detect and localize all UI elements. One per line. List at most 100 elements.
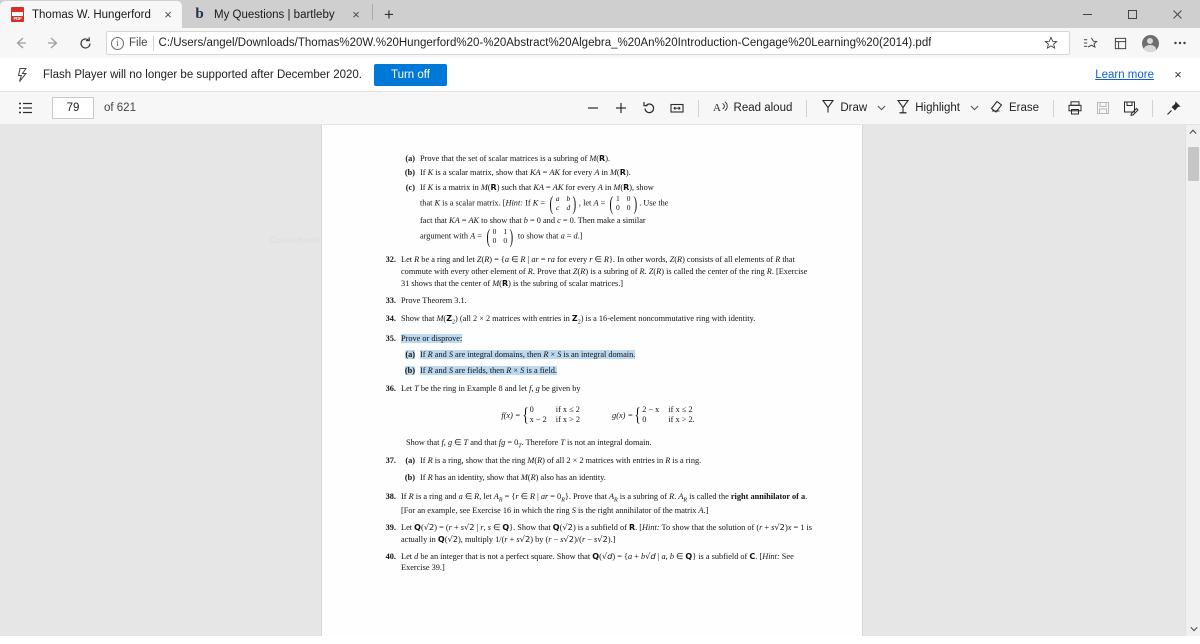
exercise-text: Let T be the ring in Example 8 and let f… — [401, 384, 581, 394]
scroll-up-chevron-up-icon[interactable] — [1186, 125, 1200, 139]
bartleby-b-icon: b — [195, 6, 204, 22]
subpart-label: (a) — [405, 350, 415, 360]
page-number-input[interactable]: 79 — [52, 97, 94, 119]
exercise-number: 39. — [385, 522, 396, 532]
zoom-out-icon[interactable] — [579, 95, 607, 121]
scrollbar-thumb[interactable] — [1188, 147, 1199, 181]
exercise-number: 37. — [385, 455, 396, 465]
subpart-label: (a) — [405, 455, 415, 465]
exercise-text: Prove or disprove: — [401, 334, 463, 344]
pin-icon[interactable] — [1160, 95, 1188, 121]
vertical-scrollbar[interactable] — [1185, 125, 1200, 636]
exercise-text: Prove Theorem 3.1. — [401, 296, 467, 306]
save-icon[interactable] — [1089, 95, 1117, 121]
highlight-chevron-down-icon[interactable] — [967, 103, 982, 113]
browser-tab-0[interactable]: PDF Thomas W. Hungerford - Abstrac × — [0, 1, 182, 28]
browser-tab-1-title: My Questions | bartleby — [214, 8, 335, 21]
star-icon[interactable] — [1037, 32, 1065, 54]
exercise-number: 38. — [385, 492, 396, 501]
exercise-number — [382, 153, 401, 248]
exercise-number: 34. — [385, 314, 396, 324]
list-item: (a) Prove that the set of scalar matrice… — [401, 153, 814, 165]
highlight-button[interactable]: Highlight — [889, 95, 967, 121]
table-of-contents-icon[interactable] — [12, 95, 40, 121]
exercise-37: 37. (a) If R is a ring, show that the ri… — [382, 455, 814, 486]
minimize-icon[interactable] — [1065, 0, 1110, 28]
browser-tab-bar: PDF Thomas W. Hungerford - Abstrac × b M… — [0, 0, 1200, 28]
draw-button[interactable]: Draw — [814, 95, 874, 121]
subpart-text: If K is a scalar matrix, show that KA = … — [420, 168, 631, 178]
watermark: CourseSmart — [270, 236, 321, 245]
list-item: (a) If R is a ring, show that the ring M… — [401, 455, 814, 467]
learn-more-link[interactable]: Learn more — [1095, 69, 1154, 81]
close-icon[interactable] — [1155, 0, 1200, 28]
toolbar-divider-3 — [1053, 99, 1054, 117]
info-icon[interactable]: i — [111, 36, 124, 50]
exercise-38: 38. If R is a ring and a ∈ R, let AR = {… — [382, 491, 814, 517]
pdf-page: CourseSmart (a) Prove that the set of sc… — [270, 125, 862, 636]
tab-divider — [372, 3, 373, 20]
toolbar-divider-4 — [1152, 99, 1153, 117]
list-item: (b) If R has an identity, show that M(R)… — [401, 472, 814, 484]
read-aloud-label: Read aloud — [733, 102, 793, 114]
erase-label: Erase — [1008, 102, 1039, 114]
exercise-40: 40. Let d be an integer that is not a pe… — [382, 551, 814, 575]
save-as-icon[interactable] — [1117, 95, 1145, 121]
browser-tab-0-close-icon[interactable]: × — [160, 7, 176, 23]
subpart-text: If R has an identity, show that M(R) als… — [420, 472, 606, 482]
subpart-text: Prove that the set of scalar matrices is… — [420, 154, 611, 163]
exercise-33: 33. Prove Theorem 3.1. — [382, 295, 814, 307]
subpart-text: If R and S are fields, then R × S is a f… — [420, 365, 557, 375]
pdf-viewer[interactable]: CourseSmart (a) Prove that the set of sc… — [0, 125, 1200, 636]
flash-notification-bar: Flash Player will no longer be supported… — [0, 58, 1200, 92]
turn-off-button[interactable]: Turn off — [373, 63, 447, 86]
new-tab-button[interactable]: + — [375, 2, 403, 28]
eraser-icon — [989, 99, 1004, 117]
read-aloud-icon: A — [713, 100, 729, 117]
list-item: (c) If K is a matrix in M(R) such that K… — [401, 182, 814, 247]
list-item: (b) If K is a scalar matrix, show that K… — [401, 167, 814, 179]
zoom-in-icon[interactable] — [607, 95, 635, 121]
highlight-label: Highlight — [915, 102, 960, 114]
refresh-icon[interactable] — [70, 30, 100, 56]
url-divider — [152, 35, 154, 51]
subpart-label: (b) — [404, 365, 415, 375]
subpart-label: (a) — [405, 154, 415, 163]
rotate-icon[interactable] — [635, 95, 663, 121]
maximize-icon[interactable] — [1110, 0, 1155, 28]
browser-tab-0-title: Thomas W. Hungerford - Abstrac — [32, 8, 153, 21]
url-bar[interactable]: i File C:/Users/angel/Downloads/Thomas%2… — [106, 31, 1070, 55]
piecewise-formulas: f(x) = { 0 if x ≤ 2 x − 2 if x > 2 g(x) = … — [382, 405, 814, 426]
forward-arrow-icon[interactable] — [38, 30, 68, 56]
browser-tab-1[interactable]: b My Questions | bartleby × — [182, 1, 370, 28]
exercise-text: Let Q(√2) = (r + s√2 | r, s ∈ Q}. Show t… — [401, 521, 812, 544]
fit-to-page-icon[interactable] — [663, 95, 691, 121]
page-total-label: of 621 — [104, 102, 136, 114]
ellipsis-icon[interactable] — [1166, 30, 1194, 56]
notification-close-icon[interactable]: × — [1170, 67, 1186, 82]
list-item: (a) If R and S are integral domains, the… — [401, 349, 814, 361]
favorites-icon[interactable] — [1076, 30, 1104, 56]
exercise-number: 32. — [385, 255, 396, 265]
back-arrow-icon[interactable] — [6, 30, 36, 56]
subpart-label: (c) — [405, 182, 415, 192]
exercise-number: 35. — [385, 334, 396, 344]
erase-button[interactable]: Erase — [982, 95, 1046, 121]
toolbar-divider-1 — [697, 99, 699, 117]
exercise-39: 39. Let Q(√2) = (r + s√2 | r, s ∈ Q}. Sh… — [382, 522, 814, 546]
formula-f: f(x) = { 0 if x ≤ 2 x − 2 if x > 2 — [501, 404, 581, 426]
highlighter-icon — [896, 99, 910, 117]
draw-chevron-down-icon[interactable] — [874, 103, 889, 113]
print-icon[interactable] — [1061, 95, 1089, 121]
scroll-down-chevron-down-icon[interactable] — [1186, 622, 1200, 636]
read-aloud-button[interactable]: A Read aloud — [706, 95, 800, 121]
exercise-32: 32. Let R be a ring and let Z(R) = {a ∈ … — [382, 254, 814, 289]
url-scheme-label: File — [129, 37, 148, 49]
svg-text:A: A — [713, 102, 721, 114]
exercise-text: Show that M(Z2) (all 2 × 2 matrices with… — [401, 314, 756, 326]
browser-tab-1-close-icon[interactable]: × — [348, 7, 364, 23]
exercise-text: If R is a ring and a ∈ R, let AR = {r ∈ … — [401, 492, 808, 516]
profile-avatar[interactable] — [1136, 30, 1164, 56]
collections-icon[interactable] — [1106, 30, 1134, 56]
exercise-number: 36. — [385, 384, 396, 394]
